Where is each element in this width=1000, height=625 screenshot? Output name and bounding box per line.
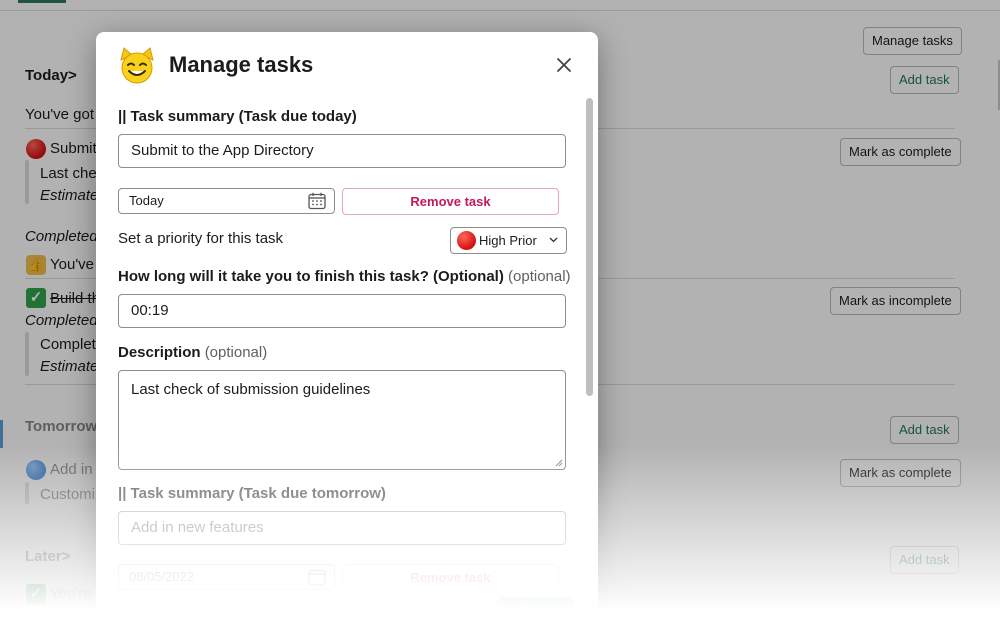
description-textarea[interactable]: Last check of submission guidelines: [118, 370, 566, 470]
task1-summary-label: || Task summary (Task due today): [118, 108, 357, 125]
red-circle-icon: [457, 231, 476, 250]
task2-summary-input[interactable]: Add in new features: [118, 511, 566, 545]
duration-label-text: How long will it take you to finish this…: [118, 268, 504, 285]
priority-value: High Prior: [479, 233, 537, 248]
close-icon[interactable]: [554, 55, 574, 75]
duration-input[interactable]: 00:19: [118, 294, 566, 328]
cat-logo-icon: [120, 47, 154, 84]
save-button[interactable]: Save: [497, 597, 574, 625]
duration-optional-hint: (optional): [508, 268, 571, 285]
task2-remove-button[interactable]: Remove task: [342, 564, 559, 591]
description-label: Description (optional): [118, 344, 267, 361]
task2-summary-label: || Task summary (Task due tomorrow): [118, 485, 386, 502]
chevron-down-icon: [549, 237, 558, 243]
task2-date-picker[interactable]: 08/05/2022: [118, 564, 335, 590]
task2-date-value: 08/05/2022: [129, 569, 195, 584]
duration-label: How long will it take you to finish this…: [118, 268, 571, 285]
manage-tasks-modal: Manage tasks || Task summary (Task due t…: [96, 32, 598, 625]
duration-value: 00:19: [131, 302, 169, 319]
task1-remove-button[interactable]: Remove task: [342, 188, 559, 215]
task2-summary-placeholder: Add in new features: [131, 519, 264, 536]
priority-prompt: Set a priority for this task: [118, 230, 284, 247]
modal-scrollbar[interactable]: [586, 98, 593, 396]
calendar-icon: [308, 569, 326, 586]
task1-summary-value: Submit to the App Directory: [131, 142, 314, 159]
task1-date-picker[interactable]: Today: [118, 188, 335, 214]
close-button[interactable]: Close: [408, 597, 486, 625]
description-optional-hint: (optional): [204, 344, 268, 361]
task1-summary-input[interactable]: Submit to the App Directory: [118, 134, 566, 168]
calendar-icon: [308, 192, 326, 210]
task1-date-value: Today: [129, 193, 164, 208]
modal-title: Manage tasks: [169, 52, 314, 77]
priority-select[interactable]: High Prior: [450, 227, 567, 254]
resize-grip-icon[interactable]: [555, 459, 563, 467]
description-label-text: Description: [118, 344, 201, 361]
description-value: Last check of submission guidelines: [131, 381, 371, 398]
modal-header: Manage tasks: [96, 32, 598, 102]
